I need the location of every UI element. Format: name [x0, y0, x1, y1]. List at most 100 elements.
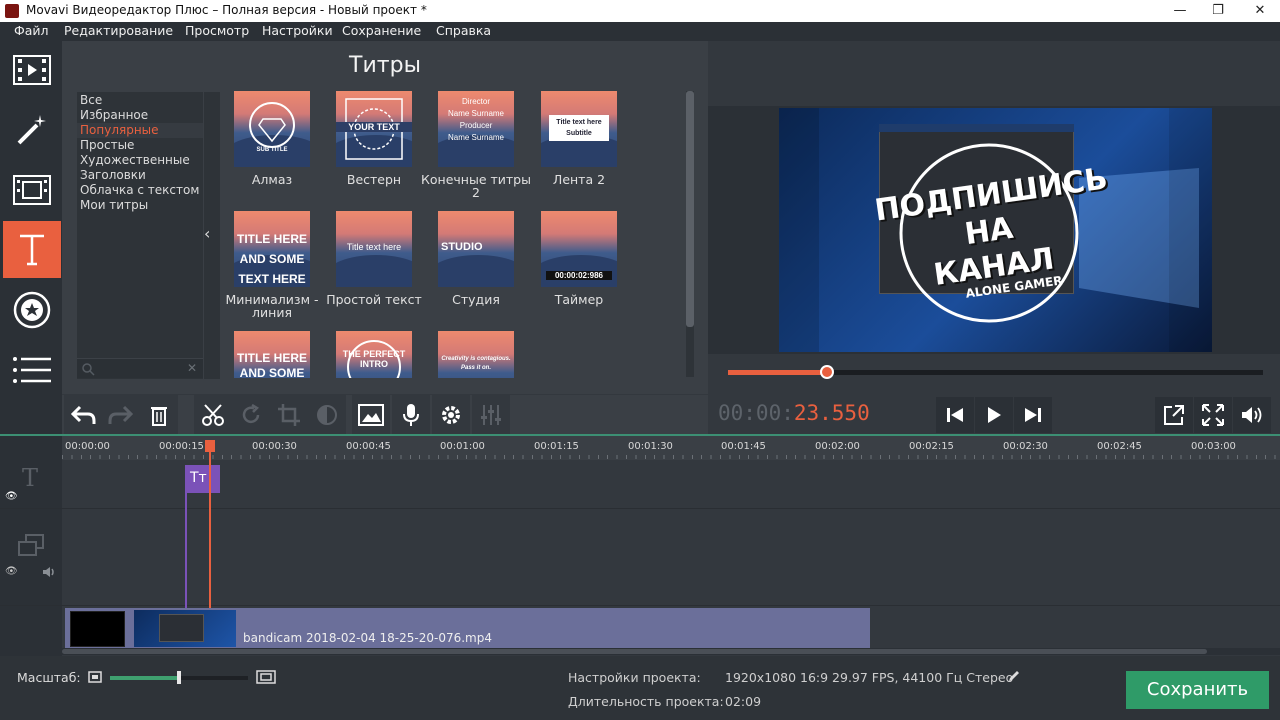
ruler-label: 00:00:00 [65, 441, 110, 452]
save-button[interactable]: Сохранить [1126, 671, 1269, 709]
crop-button[interactable] [270, 395, 308, 435]
ruler-label: 00:01:30 [628, 441, 673, 452]
menu-file[interactable]: Файл [14, 23, 49, 38]
project-settings-label: Настройки проекта: [568, 670, 701, 685]
eye-icon[interactable]: 👁 [5, 491, 18, 502]
redo-button[interactable] [102, 395, 140, 435]
title-tile[interactable]: Creativity is contagious. Pass it on. [438, 331, 514, 378]
overlay-track-icon [18, 534, 44, 556]
equalizer-icon [481, 405, 501, 425]
stickers-button[interactable] [3, 281, 61, 338]
record-audio-button[interactable] [392, 395, 430, 435]
more-tools-button[interactable] [3, 341, 61, 398]
menu-save[interactable]: Сохранение [342, 23, 421, 38]
category-speech-bubbles[interactable]: Облачка с текстом [77, 183, 203, 198]
title-tile-studio[interactable]: STUDIO [438, 211, 514, 287]
left-toolbar [0, 41, 62, 436]
ruler-label: 00:01:00 [440, 441, 485, 452]
eye-icon[interactable]: 👁 [5, 566, 18, 577]
cut-button[interactable] [194, 395, 232, 435]
category-simple[interactable]: Простые [77, 138, 203, 153]
category-headings[interactable]: Заголовки [77, 168, 203, 183]
ruler-label: 00:01:45 [721, 441, 766, 452]
category-my-titles[interactable]: Мои титры [77, 198, 203, 213]
timeline-scrollbar-thumb[interactable] [62, 649, 1207, 654]
title-tile-label: Таймер [554, 292, 604, 307]
filters-button[interactable] [3, 161, 61, 218]
category-all[interactable]: Все [77, 93, 203, 108]
contrast-icon [317, 405, 337, 425]
zoom-out-icon[interactable] [88, 671, 102, 683]
menu-help[interactable]: Справка [436, 23, 491, 38]
undo-button[interactable] [64, 395, 102, 435]
title-tile-minimalism-line[interactable]: TITLE HERE AND SOME TEXT HERE [234, 211, 310, 287]
title-tile[interactable]: TITLE HERE AND SOME TEXT HERE [234, 331, 310, 378]
image-button[interactable] [352, 395, 390, 435]
equalizer-button[interactable] [472, 395, 510, 435]
filters-icon [13, 174, 51, 205]
search-icon [82, 363, 95, 376]
menu-icon [13, 356, 51, 383]
titles-button[interactable] [3, 221, 61, 278]
video-clip-name: bandicam 2018-02-04 18-25-20-076.mp4 [243, 631, 492, 645]
title-clip[interactable]: Тт [185, 465, 220, 493]
play-button[interactable] [975, 397, 1013, 433]
previous-button[interactable] [936, 397, 974, 433]
category-artistic[interactable]: Художественные [77, 153, 203, 168]
title-tile-label: Вестерн [346, 172, 402, 187]
import-button[interactable] [3, 41, 61, 98]
title-tile-western[interactable]: YOUR TEXT [336, 91, 412, 167]
category-popular[interactable]: Популярные [77, 123, 203, 138]
fullscreen-button[interactable] [1194, 397, 1232, 433]
title-tile-label: Студия [452, 292, 500, 307]
seek-knob[interactable] [819, 365, 834, 379]
speaker-icon[interactable] [42, 566, 58, 578]
speaker-icon [1242, 407, 1262, 423]
ruler-label: 00:00:30 [252, 441, 297, 452]
menu-view[interactable]: Просмотр [185, 23, 249, 38]
app-icon [5, 4, 19, 18]
microphone-icon [403, 404, 419, 426]
track-separator [0, 605, 1280, 606]
title-tile-ribbon-2[interactable]: Title text here Subtitle [541, 91, 617, 167]
zoom-in-icon[interactable] [256, 670, 276, 684]
clip-settings-button[interactable] [432, 395, 470, 435]
tiles-scrollbar-thumb[interactable] [686, 91, 694, 327]
export-frame-button[interactable] [1155, 397, 1193, 433]
menu-edit[interactable]: Редактирование [64, 23, 173, 38]
zoom-slider-knob[interactable] [177, 671, 181, 684]
project-duration-label: Длительность проекта: [568, 694, 724, 709]
title-clip-link [185, 493, 187, 608]
skip-back-icon [947, 408, 963, 422]
playhead[interactable] [205, 440, 215, 452]
title-tile-timer[interactable]: 00:00:02:986 [541, 211, 617, 287]
title-tile-end-credits-2[interactable]: Director Name Surname Producer Name Surn… [438, 91, 514, 167]
maximize-button[interactable]: ❐ [1198, 0, 1238, 22]
timecode: 00:00:23.550 [718, 401, 870, 425]
menu-settings[interactable]: Настройки [262, 23, 333, 38]
titles-icon [20, 234, 44, 265]
gear-icon [442, 406, 460, 424]
volume-button[interactable] [1233, 397, 1271, 433]
category-favorites[interactable]: Избранное [77, 108, 203, 123]
close-button[interactable]: ✕ [1240, 0, 1280, 22]
title-tile-label: Лента 2 [552, 172, 606, 187]
title-tile-almaz[interactable]: SUB TITLE [234, 91, 310, 167]
pencil-icon[interactable] [1007, 669, 1021, 683]
clip-thumbnail [134, 610, 236, 647]
title-tile[interactable]: THE PERFECT INTRO [336, 331, 412, 378]
title-tile-simple-text[interactable]: Title text here [336, 211, 412, 287]
next-button[interactable] [1014, 397, 1052, 433]
rotate-button[interactable] [232, 395, 270, 435]
collapse-categories-icon[interactable]: ‹ [204, 224, 210, 243]
clear-search-icon[interactable]: ✕ [187, 361, 197, 375]
redo-icon [108, 405, 134, 424]
bottom-bar [0, 656, 1280, 720]
title-tile-label: Минимализм - линия [225, 292, 319, 320]
minimize-button[interactable]: — [1160, 0, 1200, 22]
category-search-input[interactable]: ✕ [77, 358, 203, 378]
delete-button[interactable] [140, 395, 178, 435]
color-adjust-button[interactable] [308, 395, 346, 435]
effects-button[interactable] [3, 101, 61, 158]
preview-video[interactable]: ПОДПИШИСЬ НА КАНАЛ ALONE GAMER [779, 108, 1212, 352]
